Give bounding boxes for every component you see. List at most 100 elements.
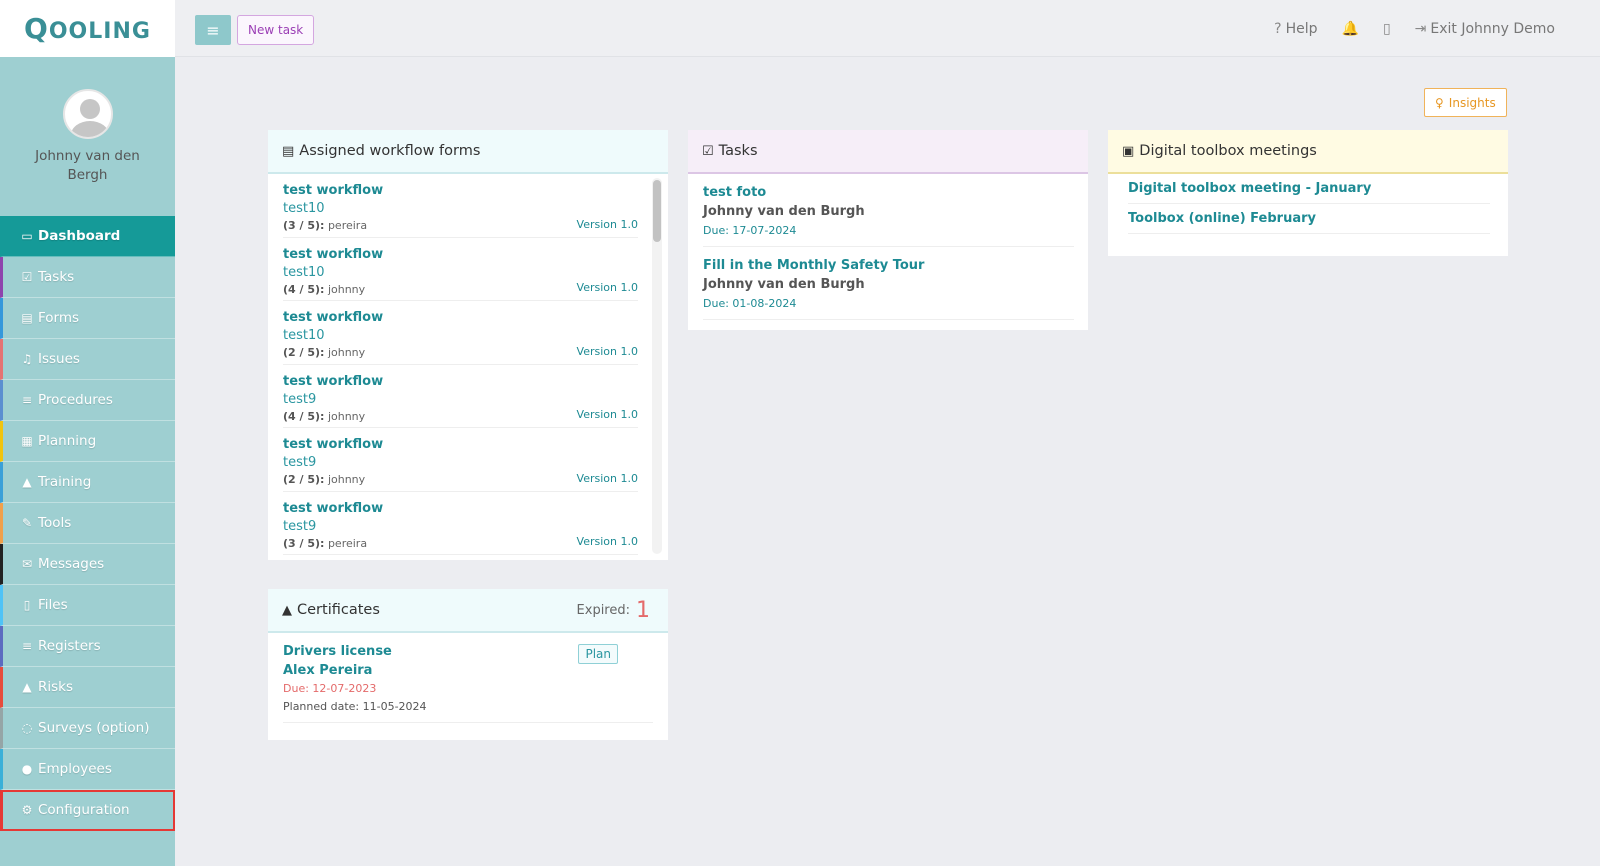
task-assignee: Johnny van den Burgh bbox=[703, 277, 865, 292]
avatar[interactable] bbox=[62, 89, 113, 139]
workflow-version: Version 1.0 bbox=[576, 471, 638, 485]
workflow-version: Version 1.0 bbox=[576, 217, 638, 231]
sidebar-item-label: Dashboard bbox=[38, 228, 121, 244]
workflow-subtitle[interactable]: test10 bbox=[283, 200, 638, 218]
certificate-item[interactable]: Drivers license Alex Pereira Due: 12-07-20… bbox=[283, 633, 653, 723]
menu-toggle-button[interactable]: ≡ bbox=[195, 15, 231, 45]
sidebar-item-employees[interactable]: ● Employees bbox=[0, 749, 175, 790]
sidebar-item-procedures[interactable]: ≡ Procedures bbox=[0, 380, 175, 421]
plan-button[interactable]: Plan bbox=[578, 644, 618, 664]
task-title[interactable]: test foto bbox=[703, 184, 1074, 202]
comment-icon: ◌ bbox=[21, 721, 33, 735]
device-button[interactable]: ▯ bbox=[1383, 21, 1391, 37]
sidebar-item-label: Procedures bbox=[38, 392, 113, 408]
sidebar-item-dashboard[interactable]: ▭ Dashboard bbox=[0, 216, 175, 257]
workflow-title[interactable]: test workflow bbox=[283, 309, 638, 327]
exit-demo-link[interactable]: ⇥ Exit Johnny Demo bbox=[1415, 21, 1555, 37]
certificate-planned-date: Planned date: 11-05-2024 bbox=[283, 700, 427, 713]
sidebar-item-label: Forms bbox=[38, 310, 80, 326]
digital-toolbox-meetings-panel: ▣ Digital toolbox meetings Digital toolbo… bbox=[1108, 130, 1508, 256]
workflow-title[interactable]: test workflow bbox=[283, 500, 638, 518]
warning-icon: ▲ bbox=[282, 603, 292, 618]
bell-icon: ♫ bbox=[21, 352, 33, 366]
scrollbar-thumb[interactable] bbox=[653, 180, 661, 242]
workflow-title[interactable]: test workflow bbox=[283, 246, 638, 264]
sidebar-item-label: Training bbox=[38, 474, 92, 490]
sidebar-item-label: Registers bbox=[38, 638, 101, 654]
task-item[interactable]: Fill in the Monthly Safety Tour Johnny va… bbox=[703, 247, 1074, 320]
workflow-subtitle[interactable]: test10 bbox=[283, 327, 638, 345]
workflow-list: test workflow test10 (3 / 5): pereira Versi… bbox=[268, 174, 668, 558]
sidebar-item-risks[interactable]: ▲ Risks bbox=[0, 667, 175, 708]
sidebar-item-label: Tools bbox=[38, 515, 72, 531]
workflow-version: Version 1.0 bbox=[576, 344, 638, 358]
topbar: ≡ New task ? Help 🔔 ▯ ⇥ Exit Johnny Demo bbox=[175, 0, 1600, 57]
sidebar: QOOLING Johnny van den Bergh ▭ Dashboard ☑… bbox=[0, 0, 175, 866]
task-list: test foto Johnny van den Burgh Due: 17-07-… bbox=[688, 174, 1088, 320]
workflow-subtitle[interactable]: test9 bbox=[283, 454, 638, 472]
tasks-panel: ☑ Tasks test foto Johnny van den Burgh Due:… bbox=[688, 130, 1088, 330]
sidebar-item-tasks[interactable]: ☑ Tasks bbox=[0, 257, 175, 298]
workflow-item[interactable]: test workflow test10 (2 / 5): johnny Versio… bbox=[283, 301, 638, 365]
certificate-due-date: Due: 12-07-2023 bbox=[283, 682, 377, 695]
task-item[interactable]: test foto Johnny van den Burgh Due: 17-07-… bbox=[703, 174, 1074, 247]
check-square-icon: ☑ bbox=[702, 143, 714, 159]
workflow-title[interactable]: test workflow bbox=[283, 436, 638, 454]
notifications-button[interactable]: 🔔 bbox=[1342, 21, 1359, 37]
workflow-item[interactable]: test workflow test9 (3 / 5): pereira Versio… bbox=[283, 492, 638, 555]
logo-box[interactable]: QOOLING bbox=[0, 0, 175, 57]
workflow-item[interactable]: test workflow test9 (2 / 5): johnny Version… bbox=[283, 428, 638, 492]
workflow-title[interactable]: test workflow bbox=[283, 373, 638, 391]
sidebar-item-label: Tasks bbox=[38, 269, 75, 285]
sidebar-item-tools[interactable]: ✎ Tools bbox=[0, 503, 175, 544]
sidebar-nav: ▭ Dashboard ☑ Tasks ▤ Forms ♫ Issues ≡ Procedures… bbox=[0, 216, 175, 831]
task-title[interactable]: Fill in the Monthly Safety Tour bbox=[703, 257, 1074, 275]
workflow-subtitle[interactable]: test10 bbox=[283, 264, 638, 282]
certificates-panel: ▲ Certificates Expired: 1 Drivers license A… bbox=[268, 589, 668, 740]
toolbox-meeting-link[interactable]: Digital toolbox meeting - January bbox=[1128, 174, 1490, 204]
workflow-item[interactable]: test workflow test10 (4 / 5): johnny Versio… bbox=[283, 238, 638, 301]
workflow-subtitle[interactable]: test9 bbox=[283, 518, 638, 536]
sidebar-item-registers[interactable]: ≡ Registers bbox=[0, 626, 175, 667]
envelope-icon: ✉ bbox=[21, 557, 33, 571]
check-square-icon: ☑ bbox=[21, 270, 33, 284]
sidebar-item-messages[interactable]: ✉ Messages bbox=[0, 544, 175, 585]
workflow-title[interactable]: test workflow bbox=[283, 182, 638, 200]
workflow-version: Version 1.0 bbox=[576, 408, 638, 421]
sidebar-item-forms[interactable]: ▤ Forms bbox=[0, 298, 175, 339]
panel-header: ▲ Certificates Expired: 1 bbox=[268, 589, 668, 633]
expired-count[interactable]: 1 bbox=[636, 598, 650, 623]
sidebar-item-label: Configuration bbox=[38, 802, 130, 818]
wrench-icon: ✎ bbox=[21, 516, 33, 530]
toolbox-meeting-link[interactable]: Toolbox (online) February bbox=[1128, 204, 1490, 234]
sign-out-icon: ⇥ bbox=[1414, 20, 1427, 37]
workflow-item[interactable]: test workflow test10 (3 / 5): pereira Versi… bbox=[283, 174, 638, 238]
user-profile: Johnny van den Bergh bbox=[0, 57, 175, 217]
desktop-icon: ▭ bbox=[21, 229, 33, 243]
sidebar-item-label: Employees bbox=[38, 761, 112, 777]
help-link[interactable]: ? Help bbox=[1274, 21, 1317, 37]
panel-header: ▤ Assigned workflow forms bbox=[268, 130, 668, 174]
sidebar-item-label: Risks bbox=[38, 679, 74, 695]
bell-icon: 🔔 bbox=[1341, 20, 1359, 37]
gear-icon: ⚙ bbox=[21, 803, 33, 817]
sidebar-item-training[interactable]: ▲ Training bbox=[0, 462, 175, 503]
expired-summary: Expired: 1 bbox=[576, 597, 650, 623]
scrollbar[interactable] bbox=[652, 178, 662, 554]
sidebar-item-files[interactable]: ▯ Files bbox=[0, 585, 175, 626]
warning-icon: ▲ bbox=[22, 680, 32, 694]
sidebar-item-configuration[interactable]: ⚙ Configuration bbox=[0, 790, 175, 831]
workflow-subtitle[interactable]: test9 bbox=[283, 391, 638, 409]
new-task-button[interactable]: New task bbox=[237, 15, 315, 45]
document-icon: ▤ bbox=[282, 143, 295, 159]
sidebar-item-issues[interactable]: ♫ Issues bbox=[0, 339, 175, 380]
users-icon: ● bbox=[21, 762, 33, 776]
sidebar-item-planning[interactable]: ▦ Planning bbox=[0, 421, 175, 462]
workflow-item[interactable]: test workflow test9 (4 / 5): johnny Version… bbox=[283, 365, 638, 428]
insights-button[interactable]: ♀ Insights bbox=[1424, 88, 1507, 117]
file-icon: ▯ bbox=[23, 598, 31, 612]
certificate-list: Drivers license Alex Pereira Due: 12-07-20… bbox=[268, 633, 668, 723]
sidebar-item-surveys-option[interactable]: ◌ Surveys (option) bbox=[0, 708, 175, 749]
sidebar-item-label: Surveys (option) bbox=[38, 720, 150, 736]
tablet-icon: ▯ bbox=[1382, 20, 1391, 37]
